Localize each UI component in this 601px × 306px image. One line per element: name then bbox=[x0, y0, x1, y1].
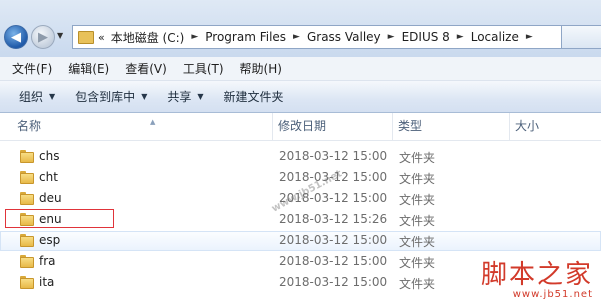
folder-icon bbox=[78, 30, 94, 44]
file-type: 文件夹 bbox=[399, 256, 436, 270]
file-date: 2018-03-12 15:00 bbox=[279, 275, 388, 289]
file-type: 文件夹 bbox=[399, 277, 436, 291]
address-row: ◀ ▶ ▼ « 本地磁盘 (C:) ► Program Files ► Gras… bbox=[0, 0, 601, 57]
menu-help[interactable]: 帮助(H) bbox=[240, 60, 282, 77]
file-name: esp bbox=[39, 233, 61, 247]
file-row-cht[interactable]: cht 2018-03-12 15:00 文件夹 bbox=[0, 168, 601, 188]
folder-icon bbox=[20, 192, 34, 205]
file-name: cht bbox=[39, 170, 58, 184]
folder-icon bbox=[20, 255, 34, 268]
folder-icon bbox=[20, 150, 34, 163]
back-arrow-icon: ◀ bbox=[11, 30, 21, 45]
breadcrumb-drive[interactable]: 本地磁盘 (C:) bbox=[111, 29, 185, 46]
breadcrumb-grass-valley[interactable]: Grass Valley bbox=[307, 30, 381, 44]
menu-bar: 文件(F) 编辑(E) 查看(V) 工具(T) 帮助(H) bbox=[0, 57, 601, 81]
organize-label: 组织 bbox=[19, 90, 44, 104]
file-name: fra bbox=[39, 254, 56, 268]
chevron-down-icon: ▼ bbox=[141, 92, 148, 101]
new-folder-button[interactable]: 新建文件夹 bbox=[224, 88, 284, 105]
breadcrumb-localize[interactable]: Localize bbox=[471, 30, 519, 44]
folder-icon bbox=[20, 276, 34, 289]
column-header-type[interactable]: 类型 bbox=[393, 113, 510, 140]
file-type: 文件夹 bbox=[399, 193, 436, 207]
highlight-annotation-box bbox=[5, 209, 114, 228]
menu-view[interactable]: 查看(V) bbox=[125, 60, 167, 77]
breadcrumb-edius[interactable]: EDIUS 8 bbox=[402, 30, 450, 44]
file-row-esp[interactable]: esp 2018-03-12 15:00 文件夹 bbox=[0, 231, 601, 251]
breadcrumb-program-files[interactable]: Program Files bbox=[205, 30, 286, 44]
column-header-name[interactable]: 名称 ▲ bbox=[12, 113, 273, 140]
site-logo: 脚本之家 www.jb51.net bbox=[481, 261, 593, 300]
new-folder-label: 新建文件夹 bbox=[223, 90, 284, 104]
menu-edit[interactable]: 编辑(E) bbox=[68, 60, 109, 77]
address-bar[interactable]: « 本地磁盘 (C:) ► Program Files ► Grass Vall… bbox=[72, 25, 562, 49]
menu-tools[interactable]: 工具(T) bbox=[183, 60, 224, 77]
chevron-down-icon: ▼ bbox=[197, 92, 204, 101]
forward-arrow-icon: ▶ bbox=[38, 30, 48, 45]
file-name: ita bbox=[39, 275, 55, 289]
file-name: deu bbox=[39, 191, 62, 205]
folder-icon bbox=[20, 171, 34, 184]
organize-button[interactable]: 组织 ▼ bbox=[19, 88, 55, 105]
include-in-library-button[interactable]: 包含到库中 ▼ bbox=[75, 88, 147, 105]
command-toolbar: 组织 ▼ 包含到库中 ▼ 共享 ▼ 新建文件夹 bbox=[0, 81, 601, 113]
file-type: 文件夹 bbox=[399, 172, 436, 186]
column-header-row: 名称 ▲ 修改日期 类型 大小 bbox=[0, 113, 601, 141]
file-date: 2018-03-12 15:00 bbox=[279, 254, 388, 268]
column-header-date[interactable]: 修改日期 bbox=[273, 113, 393, 140]
menu-file[interactable]: 文件(F) bbox=[12, 60, 52, 77]
back-button[interactable]: ◀ bbox=[4, 25, 28, 49]
column-header-size[interactable]: 大小 bbox=[510, 113, 601, 140]
logo-text: 脚本之家 bbox=[480, 260, 593, 290]
share-label: 共享 bbox=[167, 90, 192, 104]
file-date: 2018-03-12 15:26 bbox=[279, 212, 388, 226]
column-name-label: 名称 bbox=[17, 119, 42, 133]
sort-ascending-icon: ▲ bbox=[150, 118, 156, 126]
breadcrumb-separator-icon[interactable]: ► bbox=[388, 32, 395, 42]
file-date: 2018-03-12 15:00 bbox=[279, 149, 388, 163]
file-type: 文件夹 bbox=[399, 151, 436, 165]
file-type: 文件夹 bbox=[399, 214, 436, 228]
address-right-area bbox=[562, 25, 601, 49]
share-button[interactable]: 共享 ▼ bbox=[167, 88, 203, 105]
breadcrumb-separator-icon[interactable]: ► bbox=[293, 32, 300, 42]
history-dropdown-icon[interactable]: ▼ bbox=[57, 31, 63, 40]
file-date: 2018-03-12 15:00 bbox=[279, 233, 388, 247]
file-type: 文件夹 bbox=[399, 235, 436, 249]
breadcrumb-separator-icon[interactable]: ► bbox=[526, 32, 533, 42]
chevron-down-icon: ▼ bbox=[49, 92, 56, 101]
file-row-chs[interactable]: chs 2018-03-12 15:00 文件夹 bbox=[0, 147, 601, 167]
forward-button[interactable]: ▶ bbox=[31, 25, 55, 49]
breadcrumb-separator-icon[interactable]: ► bbox=[457, 32, 464, 42]
logo-url: www.jb51.net bbox=[512, 289, 593, 300]
include-in-library-label: 包含到库中 bbox=[75, 90, 136, 104]
overflow-chevron[interactable]: « bbox=[98, 31, 105, 44]
folder-icon bbox=[20, 234, 34, 247]
file-name: chs bbox=[39, 149, 60, 163]
breadcrumb-separator-icon[interactable]: ► bbox=[191, 32, 198, 42]
